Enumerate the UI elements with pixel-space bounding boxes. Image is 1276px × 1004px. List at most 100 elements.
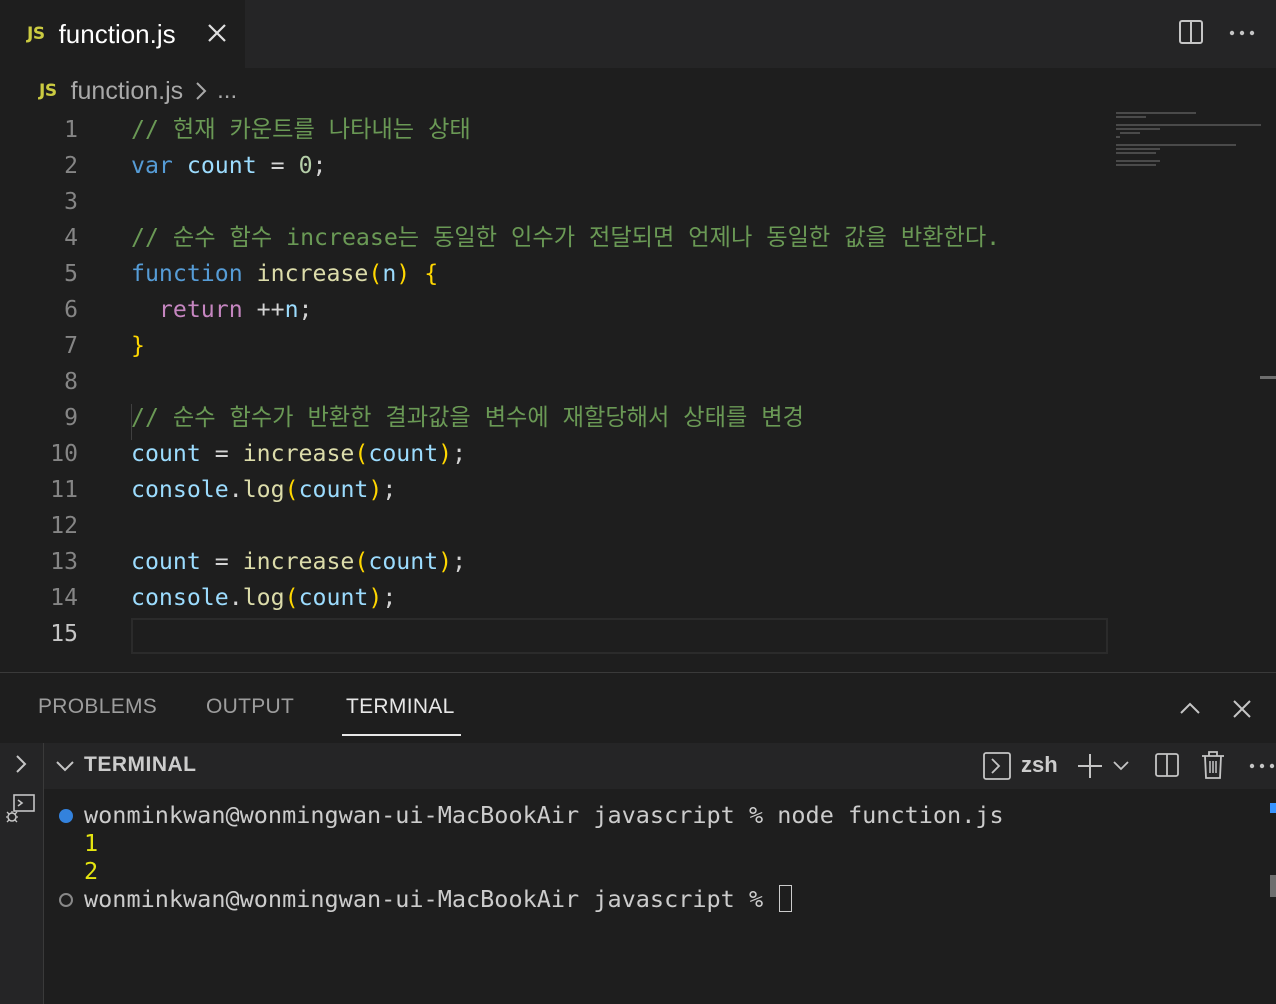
code-editor[interactable]: 1 // 현재 카운트를 나타내는 상태 2 var count = 0; 3 4 // 순… [0,112,1276,672]
line-number: 14 [50,585,78,611]
code-token: increase [242,440,355,467]
code-line[interactable]: 1 // 현재 카운트를 나타내는 상태 [0,112,1110,148]
code-line[interactable]: 9 // 순수 함수가 반환한 결과값을 변수에 재할당해서 상태를 변경 [0,400,1110,436]
close-panel-icon[interactable] [1230,697,1254,721]
debug-console-icon[interactable] [4,793,36,825]
code-token: = [200,548,243,575]
line-number: 15 [50,621,78,647]
command-success-icon[interactable] [59,809,73,823]
code-text: // 현재 카운트를 나타내는 상태 [131,112,471,148]
line-number: 11 [50,477,78,503]
code-token: count [186,152,257,179]
code-token: console [131,584,229,611]
code-token: n [284,296,299,323]
line-number: 5 [64,261,78,287]
code-token: ; [382,476,397,503]
code-token: count [131,548,201,575]
code-line[interactable]: 6 return ++n; [0,292,1110,328]
code-line[interactable]: 12 [0,508,1110,544]
code-line[interactable]: 4 // 순수 함수 increase는 동일한 인수가 전달되면 언제나 동일한… [0,220,1110,256]
tab-output[interactable]: OUTPUT [206,695,294,719]
more-actions-icon[interactable] [1228,20,1256,46]
breadcrumb-symbols[interactable]: ... [217,77,237,105]
code-text: // 순수 함수가 반환한 결과값을 변수에 재할당해서 상태를 변경 [131,400,804,436]
minimap[interactable] [1114,112,1264,172]
terminal-output[interactable]: wonminkwan@wonmingwan-ui-MacBookAir java… [44,789,1276,1004]
code-token: // 현재 카운트를 나타내는 상태 [131,116,471,143]
terminal-scrollbar[interactable] [1270,875,1276,897]
code-token: ) [368,584,383,611]
line-number: 9 [64,405,78,431]
editor-tab-bar: JS function.js [0,0,1276,68]
tab-label: function.js [58,18,176,49]
code-token: n [382,260,397,287]
split-terminal-icon[interactable] [1154,752,1180,778]
code-text: } [131,328,145,364]
code-token: . [228,584,243,611]
line-number: 8 [64,369,78,395]
code-token: { [424,260,439,287]
code-line[interactable]: 5 function increase(n) { [0,256,1110,292]
line-number: 12 [50,513,78,539]
chevron-down-icon[interactable] [54,755,76,777]
bottom-panel: PROBLEMS OUTPUT TERMINAL TERMINAL zsh wo… [0,672,1276,1004]
tab-function-js[interactable]: JS function.js [0,0,245,68]
code-line[interactable]: 13 count = increase(count); [0,544,1110,580]
code-line[interactable]: 7} [0,328,1110,364]
code-line[interactable]: 11 console.log(count); [0,472,1110,508]
terminal-section-title: TERMINAL [84,753,197,776]
code-token: = [200,440,243,467]
maximize-panel-icon[interactable] [1178,697,1202,721]
code-token: ; [452,548,467,575]
breadcrumb: JS function.js ... [0,68,1276,114]
code-token: log [242,584,285,611]
code-text: return ++n; [131,292,313,328]
chevron-right-icon[interactable] [10,753,32,775]
code-token: count [298,476,369,503]
code-token: ( [354,440,369,467]
tab-terminal[interactable]: TERMINAL [346,695,455,719]
code-token: ) [438,440,453,467]
code-line[interactable]: 14 console.log(count); [0,580,1110,616]
code-token: ( [284,476,299,503]
code-token: function [131,260,243,287]
close-icon[interactable] [204,20,230,46]
code-token: ; [452,440,467,467]
code-token: ( [368,260,383,287]
trash-icon[interactable] [1200,750,1226,780]
code-token: count [368,548,439,575]
code-token: count [131,440,201,467]
code-token: // 순수 함수 increase는 동일한 인수가 전달되면 언제나 동일한 … [131,224,1001,251]
terminal-scroll-marker [1270,803,1276,813]
code-line[interactable]: 10 count = increase(count); [0,436,1110,472]
new-terminal-icon[interactable] [1076,752,1104,780]
code-text: var count = 0; [131,148,327,184]
terminal-line: wonminkwan@wonmingwan-ui-MacBookAir java… [84,801,1004,829]
code-line[interactable]: 8 [0,364,1110,400]
panel-tabs: PROBLEMS OUTPUT TERMINAL [0,673,1276,743]
shell-name[interactable]: zsh [1021,752,1058,778]
tab-problems[interactable]: PROBLEMS [38,695,157,719]
code-line[interactable]: 3 [0,184,1110,220]
editor-scrollbar[interactable] [1260,376,1276,379]
code-token: log [242,476,285,503]
line-number: 2 [64,153,78,179]
code-text: console.log(count); [131,472,396,508]
terminal-prompt-line[interactable]: wonminkwan@wonmingwan-ui-MacBookAir java… [84,885,793,913]
code-line[interactable]: 2 var count = 0; [0,148,1110,184]
code-token: ; [382,584,397,611]
split-editor-icon[interactable] [1178,19,1204,45]
code-line[interactable]: 15 [0,616,1110,652]
breadcrumb-file[interactable]: function.js [71,77,184,106]
terminal-shell-icon[interactable] [982,751,1012,781]
more-actions-icon[interactable] [1248,755,1276,777]
chevron-down-icon[interactable] [1112,757,1130,775]
command-idle-icon[interactable] [59,893,73,907]
line-number: 13 [50,549,78,575]
terminal-cursor [779,885,793,912]
line-number: 10 [50,441,78,467]
line-number: 6 [64,297,78,323]
code-token: return [158,296,243,323]
